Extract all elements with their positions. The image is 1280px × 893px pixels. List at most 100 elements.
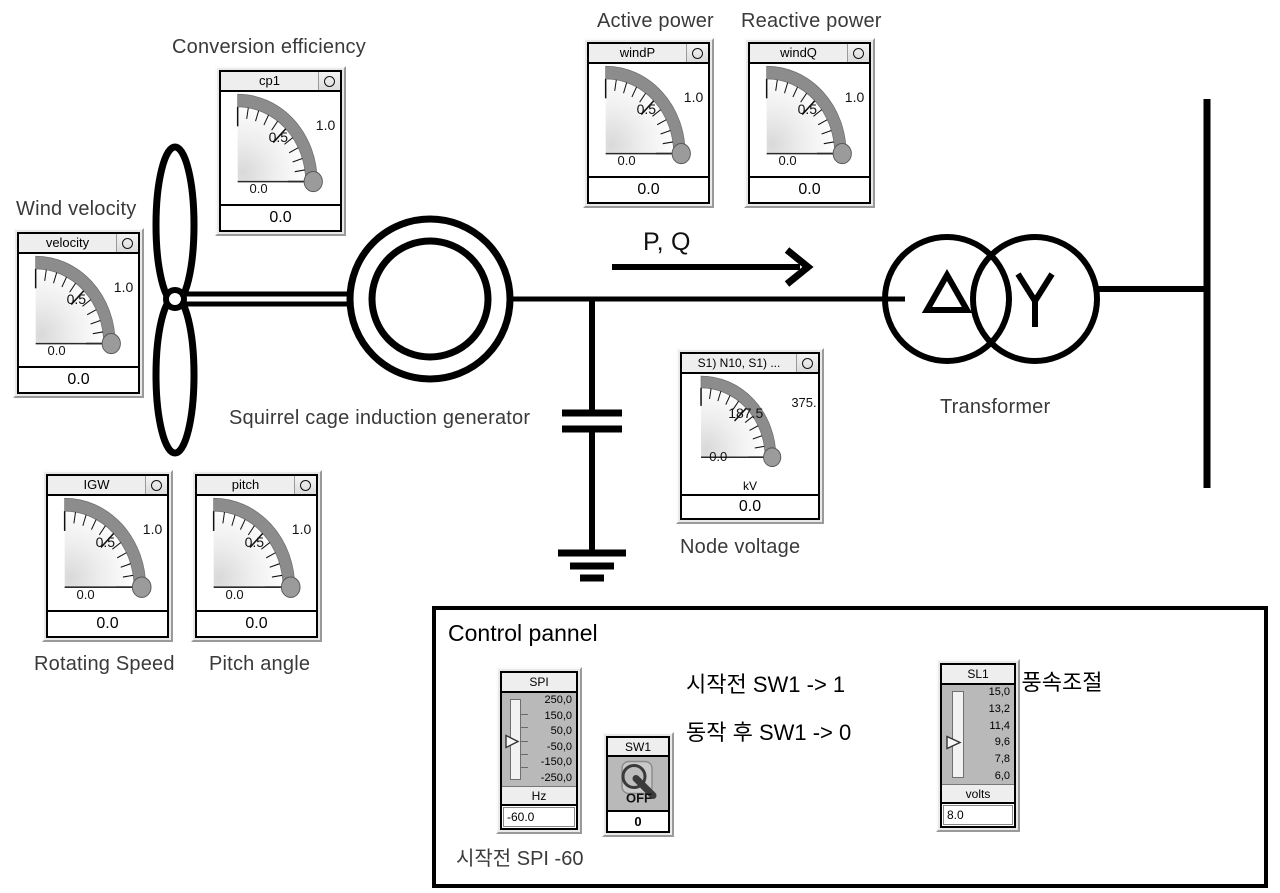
gauge-value: 0.0 <box>19 366 138 392</box>
gauge-title-text: velocity <box>45 235 90 250</box>
label-pitch-angle: Pitch angle <box>209 653 311 675</box>
slider-tick: -250,0 <box>540 771 572 784</box>
label-conversion-efficiency: Conversion efficiency <box>172 36 366 58</box>
gauge-tick-mid: 0.5 <box>636 100 657 117</box>
gauge-graphic <box>604 65 691 165</box>
switch-inner: SW1 OFF 0 <box>606 736 670 833</box>
gauge-menu-button[interactable] <box>145 476 167 494</box>
gauge-title-text: windP <box>619 45 656 60</box>
gauge-inner: windQ 0.0 0.5 1.0 0.0 <box>748 42 871 204</box>
gauge-pitch[interactable]: pitch 0.0 0.5 1.0 0.0 <box>191 470 322 642</box>
gauge-inner: cp1 0.0 0.5 1.0 0.0 <box>219 70 342 232</box>
gauge-face: 0.0 0.5 1.0 <box>221 92 340 204</box>
gauge-tick-min: 0.0 <box>225 587 244 603</box>
gauge-tick-min: 0.0 <box>778 153 797 169</box>
gauge-face: 0.0 0.5 1.0 <box>19 254 138 366</box>
circle-icon <box>692 47 703 59</box>
slider-tick: -50,0 <box>546 740 572 753</box>
gauge-titlebar: windP <box>589 44 708 64</box>
circle-icon <box>853 47 864 59</box>
gauge-graphic <box>34 255 121 355</box>
gauge-tick-max: 1.0 <box>291 521 312 538</box>
power-flow-arrow <box>612 247 814 287</box>
switch-SW1[interactable]: SW1 OFF 0 <box>602 732 674 837</box>
gauge-tick-max: 1.0 <box>113 278 134 295</box>
gauge-titlebar: velocity <box>19 234 138 254</box>
gauge-title-text: pitch <box>231 477 260 492</box>
gauge-node-voltage[interactable]: S1) N10, S1) ... 0.0 187.5 375. kV 0.0 <box>676 348 824 524</box>
gauge-tick-mid: 0.5 <box>95 533 116 550</box>
gauge-title-text: S1) N10, S1) ... <box>697 356 781 370</box>
slider-track[interactable]: 15,0 13,2 11,4 9,6 7,8 6,0 <box>942 685 1014 784</box>
instruction-line-2: 동작 후 SW1 -> 0 <box>686 720 852 745</box>
gauge-titlebar: cp1 <box>221 72 340 92</box>
gauge-menu-button[interactable] <box>318 72 340 90</box>
capacitor-branch <box>558 299 626 582</box>
label-generator: Squirrel cage induction generator <box>229 407 531 429</box>
turbine-shaft <box>180 291 352 307</box>
gauge-menu-button[interactable] <box>847 44 869 62</box>
slider-title: SL1 <box>942 665 1014 685</box>
gauge-tick-max: 1.0 <box>683 88 704 105</box>
gauge-menu-button[interactable] <box>294 476 316 494</box>
gauge-graphic <box>236 93 323 193</box>
gauge-titlebar: windQ <box>750 44 869 64</box>
gauge-tick-min: 0.0 <box>47 343 66 359</box>
gauge-graphic <box>765 65 852 165</box>
circle-icon <box>324 75 335 87</box>
gauge-tick-min: 0.0 <box>617 153 636 169</box>
slider-track[interactable]: 250,0 150,0 50,0 -50,0 -150,0 -250,0 <box>502 693 576 786</box>
slider-tick: 13,2 <box>988 702 1010 715</box>
gauge-tick-min: 0.0 <box>709 449 728 465</box>
gauge-face: 0.0 0.5 1.0 <box>589 64 708 176</box>
slider-tick-list: 250,0 150,0 50,0 -50,0 -150,0 -250,0 <box>541 695 572 784</box>
slider-value[interactable]: 8.0 <box>943 805 1013 825</box>
gauge-menu-button[interactable] <box>686 44 708 62</box>
gauge-graphic <box>63 497 152 598</box>
gauge-menu-button[interactable] <box>796 354 818 372</box>
gauge-velocity[interactable]: velocity 0.0 0.5 1.0 0.0 <box>13 228 144 398</box>
gauge-tick-mid: 0.5 <box>268 128 289 145</box>
gauge-cp1[interactable]: cp1 0.0 0.5 1.0 0.0 <box>215 66 346 236</box>
gauge-inner: IGW 0.0 0.5 1.0 0.0 <box>46 474 169 638</box>
label-wind-velocity: Wind velocity <box>16 198 137 220</box>
gauge-windQ[interactable]: windQ 0.0 0.5 1.0 0.0 <box>744 38 875 208</box>
gauge-windP[interactable]: windP 0.0 0.5 1.0 0.0 <box>583 38 714 208</box>
gauge-tick-mid: 0.5 <box>797 100 818 117</box>
slider-SL1[interactable]: SL1 15,0 13,2 11,4 9,6 7,8 6,0 volts 8.0 <box>936 659 1020 832</box>
instruction-line-1: 시작전 SW1 -> 1 <box>686 672 846 697</box>
gauge-face: 0.0 0.5 1.0 <box>197 496 316 610</box>
gauge-tick-max: 1.0 <box>844 88 865 105</box>
toggle-switch-icon[interactable]: OFF <box>608 757 668 810</box>
gauge-inner: velocity 0.0 0.5 1.0 0.0 <box>17 232 140 394</box>
gauge-value: 0.0 <box>197 610 316 636</box>
gauge-tick-max: 1.0 <box>142 521 163 538</box>
gauge-inner: windP 0.0 0.5 1.0 0.0 <box>587 42 710 204</box>
gauge-tick-min: 0.0 <box>249 181 268 197</box>
gauge-tick-mid: 0.5 <box>244 533 265 550</box>
circle-icon <box>300 479 311 491</box>
gauge-titlebar: pitch <box>197 476 316 496</box>
svg-text:OFF: OFF <box>626 791 652 806</box>
slider-tick: 250,0 <box>544 694 572 706</box>
gauge-IGW[interactable]: IGW 0.0 0.5 1.0 0.0 <box>42 470 173 642</box>
gauge-face: 0.0 0.5 1.0 <box>750 64 869 176</box>
gauge-title-text: IGW <box>83 477 110 492</box>
slider-value[interactable]: -60.0 <box>503 807 575 827</box>
label-reactive-power: Reactive power <box>741 10 882 32</box>
slider-tick: 15,0 <box>988 686 1010 698</box>
label-transformer: Transformer <box>940 396 1051 418</box>
gauge-value: 0.0 <box>682 494 818 518</box>
slider-SPI[interactable]: SPI 250,0 150,0 50,0 -50,0 -150,0 -250,0 Hz -… <box>496 667 582 834</box>
slider-inner: SL1 15,0 13,2 11,4 9,6 7,8 6,0 volts 8.0 <box>940 663 1016 828</box>
slider-inner: SPI 250,0 150,0 50,0 -50,0 -150,0 -250,0 Hz -… <box>500 671 578 830</box>
gauge-title-text: windQ <box>780 45 817 60</box>
gauge-menu-button[interactable] <box>116 234 138 252</box>
switch-body[interactable]: OFF <box>608 757 668 812</box>
label-active-power: Active power <box>597 10 714 32</box>
slider-tick: 6,0 <box>994 769 1010 782</box>
gauge-tick-max: 375. <box>791 394 817 410</box>
control-panel-title: Control pannel <box>448 620 598 646</box>
slider-tick: -150,0 <box>540 756 572 769</box>
gauge-graphic <box>212 497 301 598</box>
